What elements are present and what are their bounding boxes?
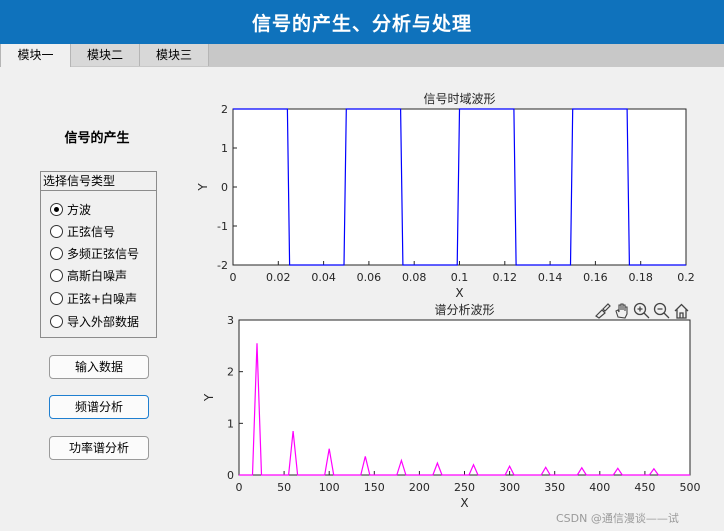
x-tick-label: 100 — [319, 481, 340, 494]
radio-indicator[interactable] — [50, 202, 63, 216]
x-tick-label: 0.16 — [583, 271, 608, 284]
spectrum-analysis-button[interactable]: 频谱分析 — [49, 395, 149, 419]
radio-indicator[interactable] — [50, 224, 63, 238]
tab-module-2[interactable]: 模块二 — [71, 44, 140, 66]
tab-module-3[interactable]: 模块三 — [140, 44, 209, 66]
radio-gaussian-noise[interactable]: 高斯白噪声 — [50, 266, 127, 284]
x-tick-label: 50 — [277, 481, 291, 494]
y-tick-label: 2 — [227, 366, 234, 379]
y-axis-label: Y — [196, 183, 210, 192]
x-tick-label: 400 — [589, 481, 610, 494]
y-tick-label: 0 — [227, 469, 234, 482]
radio-indicator[interactable] — [50, 268, 63, 282]
x-tick-label: 0 — [230, 271, 237, 284]
x-tick-label: 300 — [499, 481, 520, 494]
tab-module-1[interactable]: 模块一 — [0, 44, 71, 68]
y-tick-label: -2 — [217, 259, 228, 272]
time-domain-chart[interactable]: 信号时域波形 X Y 0 0.02 0.04 0.06 0.08 0.1 0.12 0.14 0… — [190, 88, 710, 300]
x-axis-label: X — [455, 286, 463, 300]
y-tick-label: -1 — [217, 220, 228, 233]
radio-label: 高斯白噪声 — [67, 268, 128, 283]
tab-bar: 模块一 模块二 模块三 — [0, 44, 724, 68]
x-axis-label: X — [460, 496, 468, 510]
spectrum-chart[interactable]: 谱分析波形 X Y 0 50 100 150 200 250 300 350 400 450 500… — [190, 300, 710, 512]
x-tick-label: 0.18 — [628, 271, 653, 284]
radio-sine-plus-noise[interactable]: 正弦+白噪声 — [50, 289, 137, 307]
app-title: 信号的产生、分析与处理 — [251, 12, 472, 35]
x-tick-label: 0.2 — [677, 271, 695, 284]
radio-indicator[interactable] — [50, 291, 63, 305]
brush-icon[interactable] — [595, 303, 611, 319]
x-tick-label: 200 — [409, 481, 430, 494]
radio-label: 导入外部数据 — [67, 314, 140, 329]
radio-label: 正弦+白噪声 — [67, 291, 138, 306]
app-title-bar: 信号的产生、分析与处理 — [0, 0, 724, 44]
radio-multi-sine[interactable]: 多频正弦信号 — [50, 244, 139, 262]
radio-label: 方波 — [67, 202, 92, 217]
y-tick-label: 3 — [227, 314, 234, 327]
axes-toolbar — [595, 302, 689, 319]
radio-label: 正弦信号 — [67, 224, 116, 239]
radio-label: 多频正弦信号 — [67, 246, 140, 261]
x-tick-label: 350 — [544, 481, 565, 494]
x-tick-label: 0.04 — [311, 271, 336, 284]
radio-import-data[interactable]: 导入外部数据 — [50, 312, 139, 330]
plot-area — [238, 319, 691, 476]
y-tick-label: 0 — [221, 181, 228, 194]
signal-type-group-title: 选择信号类型 — [41, 172, 156, 191]
x-tick-label: 0.1 — [451, 271, 469, 284]
x-tick-label: 250 — [454, 481, 475, 494]
x-tick-label: 0 — [236, 481, 243, 494]
radio-indicator[interactable] — [50, 314, 63, 328]
chart-title: 谱分析波形 — [434, 303, 494, 317]
x-tick-label: 0.02 — [266, 271, 291, 284]
radio-square-wave[interactable]: 方波 — [50, 200, 91, 218]
x-tick-label: 500 — [680, 481, 701, 494]
x-tick-label: 0.14 — [538, 271, 563, 284]
x-tick-label: 150 — [364, 481, 385, 494]
y-tick-label: 2 — [221, 103, 228, 116]
zoom-in-icon[interactable] — [633, 302, 650, 319]
x-tick-label: 0.08 — [402, 271, 427, 284]
power-spectrum-button[interactable]: 功率谱分析 — [49, 436, 149, 460]
zoom-out-icon[interactable] — [653, 302, 670, 319]
input-data-button[interactable]: 输入数据 — [49, 355, 149, 379]
y-axis-label: Y — [202, 393, 216, 402]
y-tick-label: 1 — [227, 417, 234, 430]
watermark: CSDN @通信漫谈——试 — [556, 512, 679, 525]
radio-indicator[interactable] — [50, 246, 63, 260]
generator-title: 信号的产生 — [64, 131, 130, 146]
pan-hand-icon[interactable] — [615, 303, 628, 319]
radio-sine[interactable]: 正弦信号 — [50, 222, 115, 240]
chart-title: 信号时域波形 — [423, 92, 495, 106]
x-tick-label: 0.12 — [493, 271, 518, 284]
x-tick-label: 450 — [634, 481, 655, 494]
y-tick-label: 1 — [221, 142, 228, 155]
x-tick-label: 0.06 — [357, 271, 382, 284]
home-icon[interactable] — [674, 303, 689, 319]
